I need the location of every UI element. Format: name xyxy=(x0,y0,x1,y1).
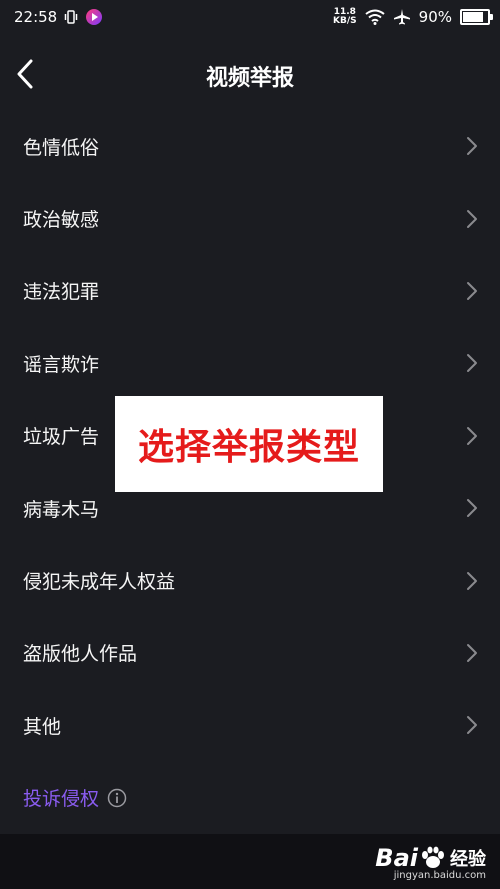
report-item-label: 垃圾广告 xyxy=(23,426,100,449)
report-item-other[interactable]: 其他 xyxy=(0,689,500,761)
report-item-label: 盗版他人作品 xyxy=(23,643,138,666)
chevron-right-icon xyxy=(467,716,477,735)
battery-percent: 90% xyxy=(418,8,452,26)
info-icon[interactable] xyxy=(107,788,127,808)
battery-fill xyxy=(463,12,483,22)
report-item-piracy[interactable]: 盗版他人作品 xyxy=(0,617,500,689)
page-title: 视频举报 xyxy=(205,66,294,91)
report-item-porn[interactable]: 色情低俗 xyxy=(0,110,500,182)
chevron-right-icon xyxy=(467,209,477,228)
report-item-label: 谣言欺诈 xyxy=(23,353,100,376)
chevron-right-icon xyxy=(467,426,477,445)
watermark-brand-text: Bai xyxy=(375,844,418,872)
watermark-brand: Bai 经验 xyxy=(375,844,486,872)
net-speed-unit: KB/S xyxy=(333,16,357,26)
baidu-watermark: Bai 经验 jingyan.baidu.com xyxy=(375,844,486,881)
annotation-overlay: 选择举报类型 xyxy=(115,396,383,492)
chevron-right-icon xyxy=(467,281,477,300)
paw-icon xyxy=(422,846,444,868)
status-left: 22:58 xyxy=(14,8,103,26)
annotation-text: 选择举报类型 xyxy=(137,427,360,468)
report-item-label: 病毒木马 xyxy=(23,498,100,521)
status-time: 22:58 xyxy=(14,8,58,26)
status-right: 11.8 KB/S 90% xyxy=(333,8,493,26)
vibrate-icon xyxy=(64,10,78,24)
header: 视频举报 xyxy=(0,40,500,106)
net-speed: 11.8 KB/S xyxy=(333,8,357,26)
report-item-rumor[interactable]: 谣言欺诈 xyxy=(0,327,500,399)
battery-icon xyxy=(460,9,493,25)
report-item-minors[interactable]: 侵犯未成年人权益 xyxy=(0,544,500,616)
chevron-right-icon xyxy=(467,643,477,662)
app-icon xyxy=(86,9,103,25)
chevron-right-icon xyxy=(467,354,477,373)
complaint-label: 投诉侵权 xyxy=(23,788,100,810)
status-bar: 22:58 11.8 KB/S 90% xyxy=(0,0,500,34)
report-item-label: 色情低俗 xyxy=(23,136,100,159)
report-item-label: 其他 xyxy=(23,715,62,738)
report-item-label: 政治敏感 xyxy=(23,209,100,232)
report-item-label: 侵犯未成年人权益 xyxy=(23,571,176,594)
report-item-illegal[interactable]: 违法犯罪 xyxy=(0,255,500,327)
chevron-right-icon xyxy=(467,499,477,518)
chevron-right-icon xyxy=(467,137,477,156)
report-item-political[interactable]: 政治敏感 xyxy=(0,182,500,254)
complaint-infringement-link[interactable]: 投诉侵权 xyxy=(23,784,127,811)
report-item-label: 违法犯罪 xyxy=(23,281,100,304)
airplane-icon xyxy=(393,9,410,25)
watermark-suffix: 经验 xyxy=(450,849,486,870)
chevron-right-icon xyxy=(467,571,477,590)
wifi-icon xyxy=(365,9,385,25)
